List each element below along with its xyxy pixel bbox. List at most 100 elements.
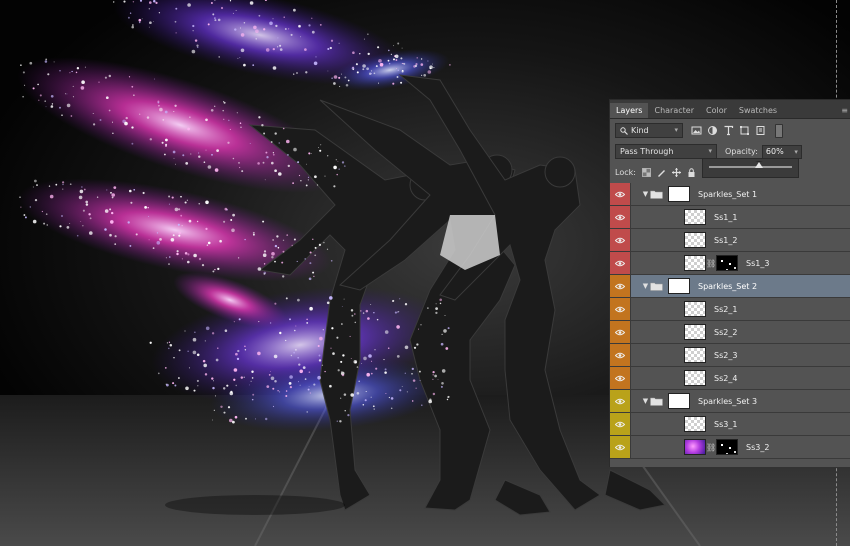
smart-object-filter-icon[interactable]	[755, 125, 766, 136]
sparkle-particle	[370, 72, 372, 75]
layer-row[interactable]: ⛓ Ss1_3	[610, 252, 850, 275]
tab-color[interactable]: Color	[700, 103, 733, 118]
visibility-eye-icon[interactable]	[610, 390, 631, 412]
layer-thumbnail[interactable]	[668, 186, 690, 202]
filter-toggle-switch[interactable]	[775, 123, 783, 138]
layer-name[interactable]: Ss1_2	[714, 236, 737, 245]
sparkle-particle	[165, 257, 167, 259]
layer-thumbnail[interactable]	[668, 393, 690, 409]
visibility-eye-icon[interactable]	[610, 298, 631, 320]
mask-link-icon[interactable]: ⛓	[706, 259, 716, 268]
sparkle-particle	[367, 317, 370, 320]
sparkle-particle	[69, 183, 72, 186]
visibility-eye-icon[interactable]	[610, 229, 631, 251]
sparkle-particle	[313, 61, 318, 66]
layer-group-row[interactable]: ▼ Sparkles_Set 1	[610, 183, 850, 206]
group-expand-chevron-icon[interactable]: ▼	[641, 397, 650, 405]
layer-mask-thumbnail[interactable]	[716, 439, 738, 455]
layer-row[interactable]: Ss2_4	[610, 367, 850, 390]
layer-group-row[interactable]: ▼ Sparkles_Set 3	[610, 390, 850, 413]
tab-character[interactable]: Character	[648, 103, 700, 118]
visibility-eye-icon[interactable]	[610, 321, 631, 343]
lock-transparent-pixels-icon[interactable]	[641, 168, 651, 177]
sparkle-particle	[187, 127, 190, 131]
type-filter-icon[interactable]	[723, 125, 734, 136]
sparkle-particle	[335, 159, 337, 161]
layer-mask-thumbnail[interactable]	[716, 255, 738, 271]
layer-name[interactable]: Ss2_3	[714, 351, 737, 360]
group-expand-chevron-icon[interactable]: ▼	[641, 190, 650, 198]
opacity-slider[interactable]	[702, 158, 799, 178]
adjustment-filter-icon[interactable]	[707, 125, 718, 136]
layer-name[interactable]: Ss1_3	[746, 259, 769, 268]
layer-name[interactable]: Sparkles_Set 3	[698, 397, 757, 406]
visibility-eye-icon[interactable]	[610, 344, 631, 366]
layer-row[interactable]: Ss2_1	[610, 298, 850, 321]
visibility-eye-icon[interactable]	[610, 252, 631, 274]
visibility-eye-icon[interactable]	[610, 183, 631, 205]
sparkle-particle	[180, 214, 183, 217]
visibility-eye-icon[interactable]	[610, 275, 631, 297]
sparkle-particle	[173, 110, 175, 113]
layer-thumbnail[interactable]	[684, 416, 706, 432]
layer-thumbnail[interactable]	[684, 370, 706, 386]
layer-row[interactable]: Ss2_3	[610, 344, 850, 367]
sparkle-particle	[349, 335, 351, 337]
tab-swatches[interactable]: Swatches	[733, 103, 783, 118]
visibility-eye-icon[interactable]	[610, 206, 631, 228]
mask-link-icon[interactable]: ⛓	[706, 443, 716, 452]
layer-row[interactable]: Ss3_1	[610, 413, 850, 436]
layer-thumbnail[interactable]	[684, 301, 706, 317]
group-expand-chevron-icon[interactable]: ▼	[641, 282, 650, 290]
layer-name[interactable]: Sparkles_Set 2	[698, 282, 757, 291]
layer-name[interactable]: Ss3_1	[714, 420, 737, 429]
sparkle-particle	[263, 250, 267, 253]
image-filter-icon[interactable]	[691, 125, 702, 136]
sparkle-particle	[112, 132, 114, 134]
lock-position-icon[interactable]	[671, 168, 681, 177]
opacity-field[interactable]: 60% ▾	[761, 144, 802, 159]
tab-layers[interactable]: Layers	[610, 103, 649, 118]
layer-thumbnail[interactable]	[684, 347, 706, 363]
layer-name[interactable]: Ss2_4	[714, 374, 737, 383]
sparkle-particle	[290, 33, 293, 36]
layer-name[interactable]: Sparkles_Set 1	[698, 190, 757, 199]
sparkle-particle	[298, 26, 300, 28]
sparkle-particle	[249, 1, 254, 5]
layer-name[interactable]: Ss3_2	[746, 443, 769, 452]
layer-group-row[interactable]: ▼ Sparkles_Set 2	[610, 275, 850, 298]
layer-thumbnail[interactable]	[684, 232, 706, 248]
visibility-eye-icon[interactable]	[610, 413, 631, 435]
blend-mode-select[interactable]: Pass Through ▾	[615, 144, 717, 159]
visibility-eye-icon[interactable]	[610, 367, 631, 389]
visibility-eye-icon[interactable]	[610, 436, 631, 458]
layer-row[interactable]: ⛓ Ss3_2	[610, 436, 850, 459]
layer-row[interactable]: Ss2_2	[610, 321, 850, 344]
layer-thumbnail[interactable]	[684, 255, 706, 271]
sparkle-particle	[207, 241, 211, 245]
sparkle-particle	[361, 363, 363, 364]
sparkle-particle	[269, 371, 271, 373]
sparkle-particle	[362, 68, 365, 71]
sparkle-particle	[238, 166, 241, 169]
lock-all-icon[interactable]	[687, 168, 696, 177]
shape-filter-icon[interactable]	[739, 125, 750, 136]
layer-thumbnail[interactable]	[668, 278, 690, 294]
layer-name[interactable]: Ss2_1	[714, 305, 737, 314]
sparkle-particle	[127, 221, 130, 224]
layer-thumbnail[interactable]	[684, 209, 706, 225]
panel-menu-icon[interactable]: ≡	[841, 103, 848, 118]
layer-thumbnail[interactable]	[684, 324, 706, 340]
layer-row[interactable]: Ss1_1	[610, 206, 850, 229]
layer-row[interactable]: Ss1_2	[610, 229, 850, 252]
opacity-slider-thumb[interactable]	[754, 161, 763, 168]
sparkle-particle	[131, 142, 134, 145]
sparkle-particle	[318, 354, 321, 357]
sparkle-particle	[32, 219, 37, 224]
sparkle-particle	[166, 342, 168, 344]
filter-kind-select[interactable]: Kind ▾	[615, 123, 683, 138]
layer-name[interactable]: Ss1_1	[714, 213, 737, 222]
layer-name[interactable]: Ss2_2	[714, 328, 737, 337]
layer-thumbnail[interactable]	[684, 439, 706, 455]
lock-image-pixels-icon[interactable]	[657, 168, 666, 177]
